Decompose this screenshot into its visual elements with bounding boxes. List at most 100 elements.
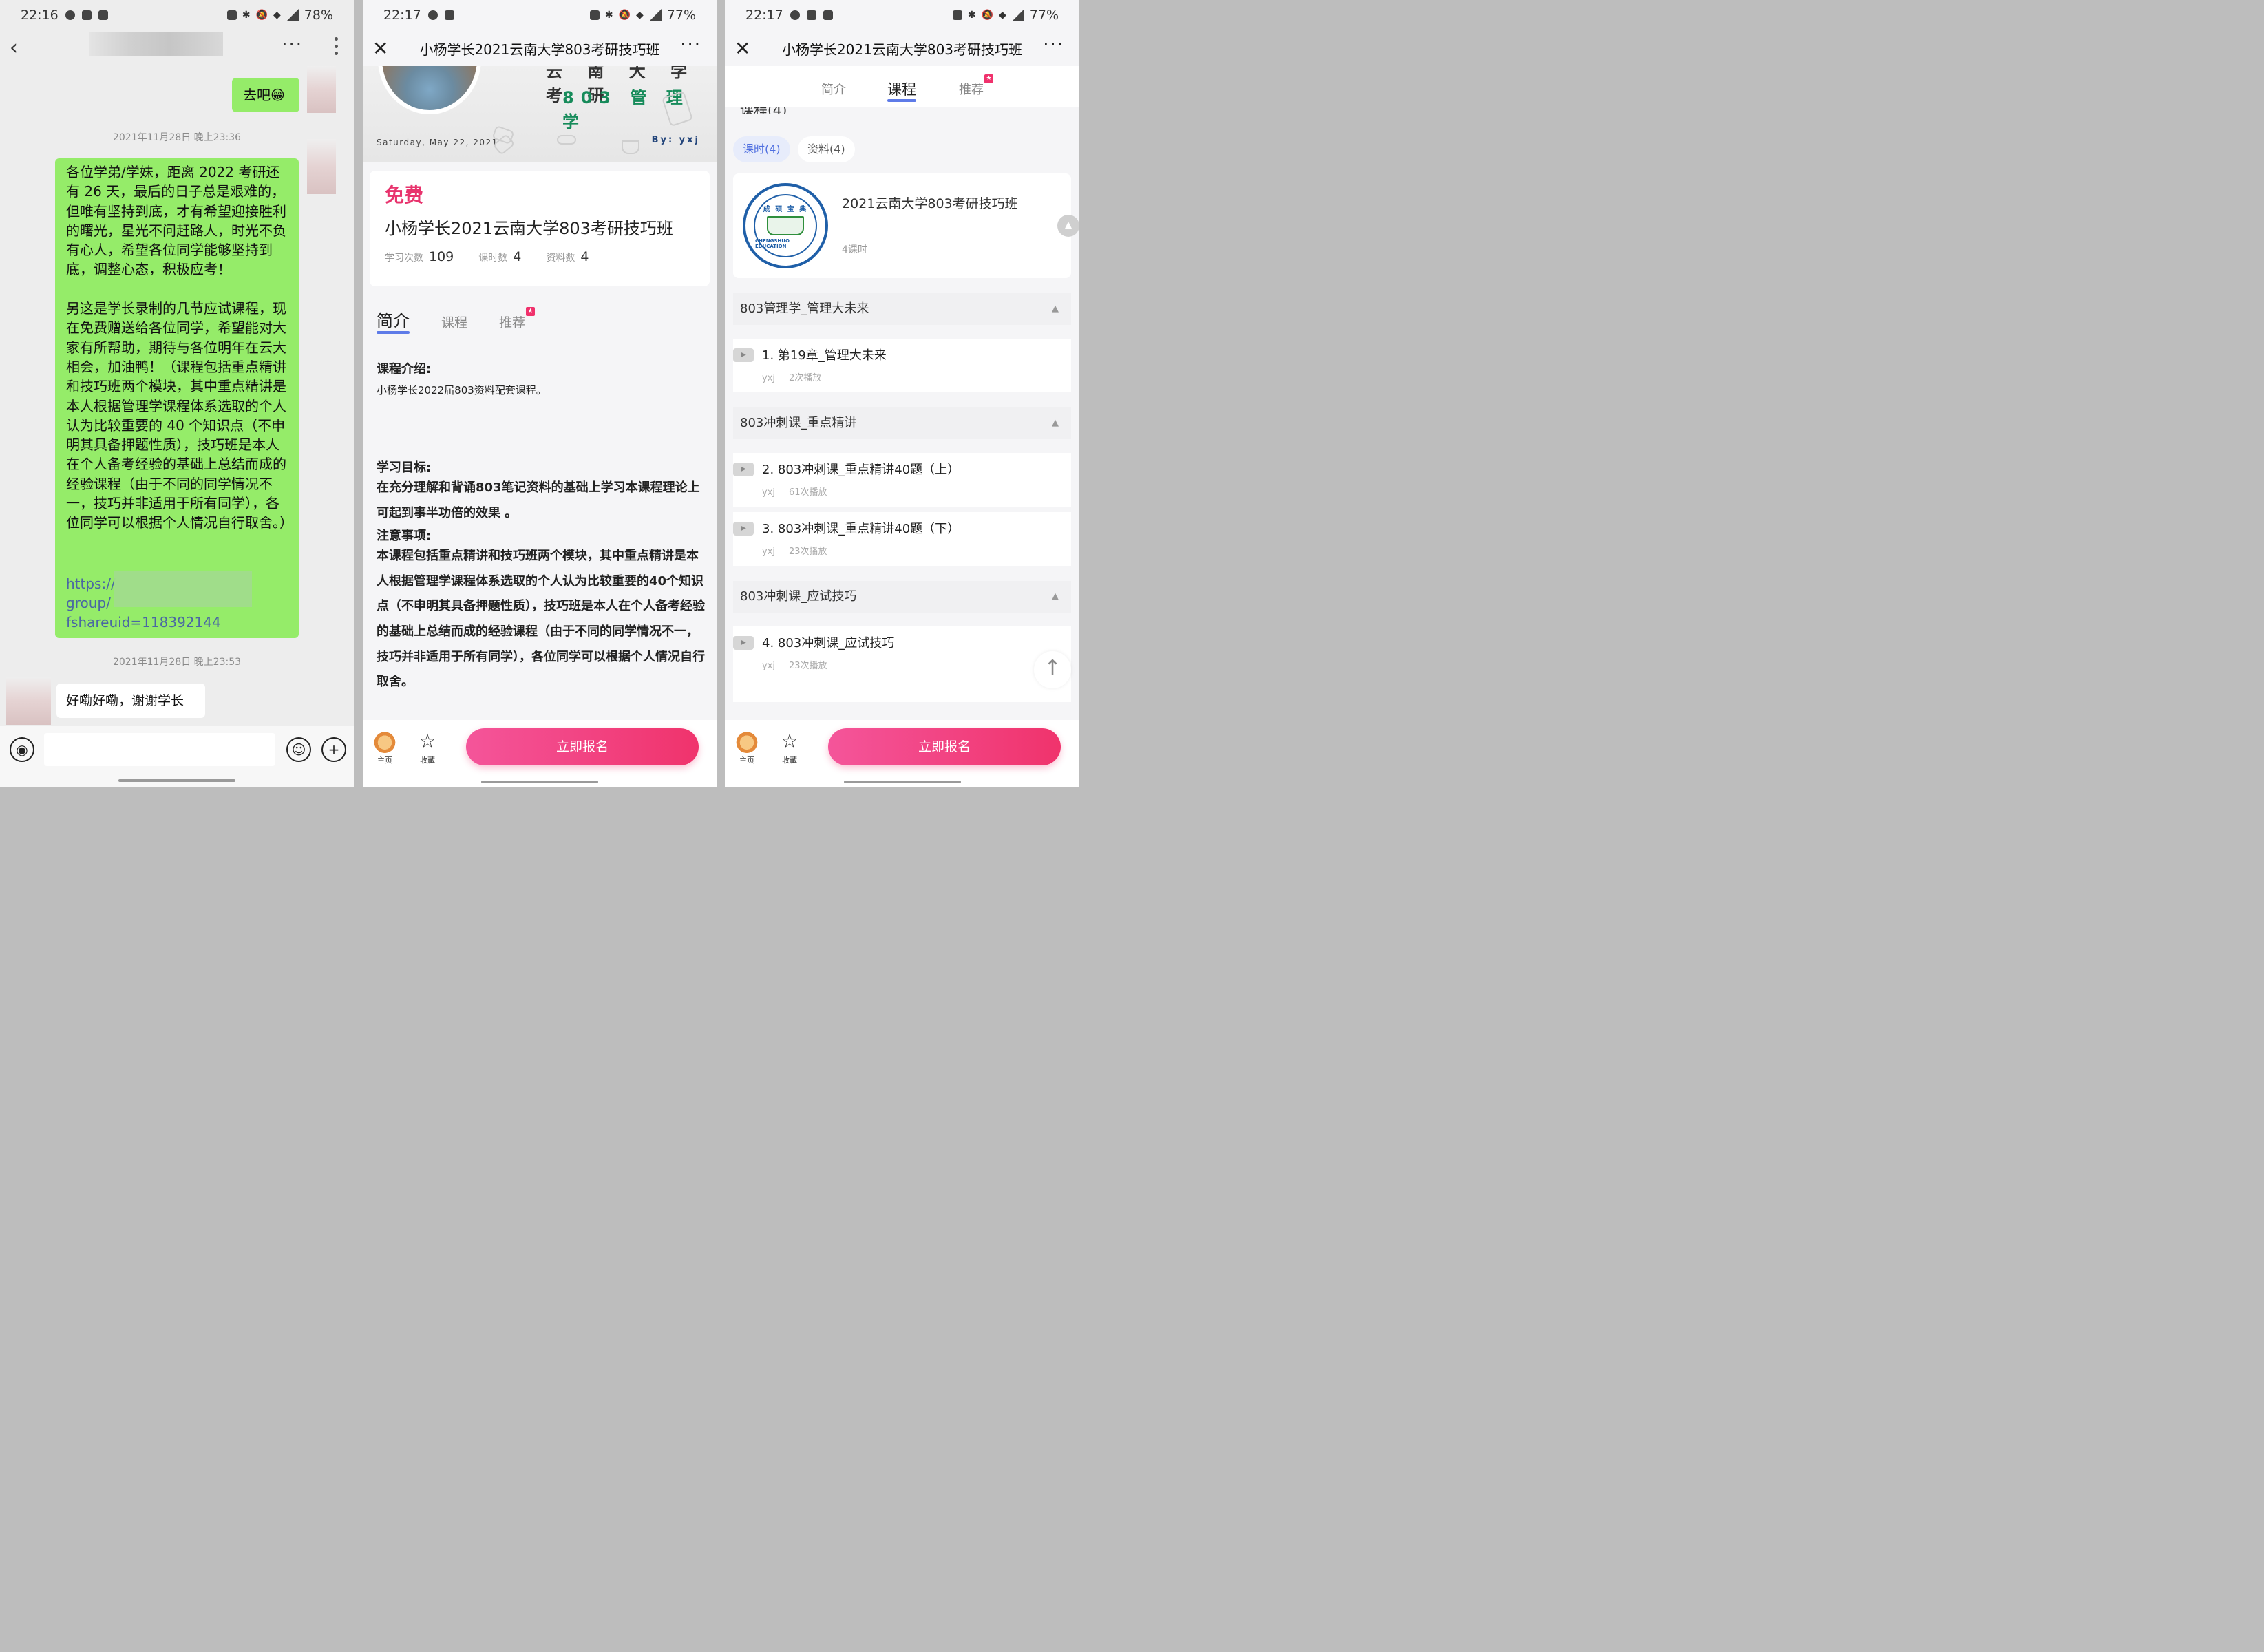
lesson-plays: 2次播放 xyxy=(789,373,822,383)
tab-recommend[interactable]: 推荐 ★ xyxy=(499,307,536,331)
logo-inner: 成 硕 宝 典 CHENGSHUO EDUCATION xyxy=(754,194,817,257)
lesson-item[interactable]: ▶ 3. 803冲刺课_重点精讲40题（下） yxj 23次播放 xyxy=(733,512,1071,566)
lesson-item[interactable]: ▶ 4. 803冲刺课_应试技巧 yxj 23次播放 xyxy=(733,626,1071,702)
avatar[interactable] xyxy=(307,66,336,113)
home-label: 主页 xyxy=(739,756,754,765)
mute-icon: 🔕 xyxy=(981,10,993,21)
mute-icon: 🔕 xyxy=(618,10,631,21)
star-icon: ☆ xyxy=(419,730,436,752)
tab-course[interactable]: 课程 xyxy=(441,313,467,331)
chat-screen: 22:16 ✱ 🔕 ◆ 78% ‹ ··· 去吧😁 2021年11月28日 晚上… xyxy=(0,0,354,787)
enroll-button[interactable]: 立即报名 xyxy=(466,728,699,765)
play-icon[interactable]: ▶ xyxy=(733,522,754,536)
stat-value: 4 xyxy=(580,249,589,264)
lesson-author: yxj xyxy=(762,661,775,671)
star-icon: ☆ xyxy=(781,730,798,752)
app-icon xyxy=(444,10,454,20)
favorite-label: 收藏 xyxy=(420,756,435,765)
overflow-menu-icon[interactable] xyxy=(335,37,339,55)
lesson-author: yxj xyxy=(762,547,775,557)
play-icon[interactable]: ▶ xyxy=(733,463,754,476)
stat-label: 课时数 xyxy=(478,253,508,264)
close-icon[interactable]: ✕ xyxy=(734,37,750,60)
tab-recommend[interactable]: 推荐 ★ xyxy=(959,74,993,98)
lesson-title: 3. 803冲刺课_重点精讲40题（下） xyxy=(762,522,960,536)
tab-label: 推荐 xyxy=(959,83,984,97)
collapse-triangle-icon[interactable]: ▲ xyxy=(1052,407,1059,439)
back-arrow-icon[interactable]: ‹ xyxy=(10,36,28,61)
battery-level: 77% xyxy=(1029,8,1059,23)
scroll-to-top-icon[interactable]: ↑ xyxy=(1034,651,1071,688)
card-subtitle: 4课时 xyxy=(842,244,867,255)
more-dots-icon[interactable]: ··· xyxy=(680,34,701,55)
section-header[interactable]: 803冲刺课_重点精讲 ▲ xyxy=(733,407,1071,439)
section-title: 803冲刺课_重点精讲 xyxy=(740,416,857,430)
home-indicator xyxy=(481,781,598,783)
wifi-icon: ◆ xyxy=(635,10,644,21)
message-bubble-outgoing[interactable]: 各位学弟/学妹，距离 2022 考研还有 26 天，最后的日子总是艰难的，但唯有… xyxy=(55,158,299,638)
favorite-button[interactable]: ☆ 收藏 xyxy=(414,730,441,765)
lesson-item[interactable]: ▶ 2. 803冲刺课_重点精讲40题（上） yxj 61次播放 xyxy=(733,453,1071,507)
lesson-meta: yxj 2次播放 xyxy=(762,370,821,383)
bluetooth-icon: ✱ xyxy=(967,10,976,21)
favorite-button[interactable]: ☆ 收藏 xyxy=(776,730,803,765)
pill-lessons[interactable]: 课时(4) xyxy=(733,136,790,162)
lesson-meta: yxj 61次播放 xyxy=(762,485,827,498)
section-header[interactable]: 803冲刺课_应试技巧 ▲ xyxy=(733,581,1071,613)
message-bubble-incoming[interactable]: 好嘞好嘞，谢谢学长 xyxy=(56,684,205,718)
enroll-button[interactable]: 立即报名 xyxy=(828,728,1061,765)
add-icon[interactable]: + xyxy=(321,737,346,762)
notice-heading: 注意事项: xyxy=(377,529,432,544)
message-text: 各位学弟/学妹，距离 2022 考研还有 26 天，最后的日子总是艰难的，但唯有… xyxy=(66,164,293,531)
message-input[interactable] xyxy=(44,733,275,766)
collapse-triangle-icon[interactable]: ▲ xyxy=(1052,581,1059,613)
notice-text: 本课程包括重点精讲和技巧班两个模块，其中重点精讲是本人根据管理学课程体系选取的个… xyxy=(377,549,705,690)
home-label: 主页 xyxy=(377,756,392,765)
status-bar: 22:17 ✱ 🔕 ◆ 77% xyxy=(363,0,717,30)
more-dots-icon[interactable]: ··· xyxy=(282,34,303,55)
course-intro-screen: 22:17 ✱ 🔕 ◆ 77% 云 南 大 学 考 研 803 管 理 学 Sa… xyxy=(363,0,717,787)
signal-icon xyxy=(1011,9,1024,21)
home-button[interactable]: 主页 xyxy=(733,730,761,765)
message-bubble-outgoing[interactable]: 去吧😁 xyxy=(232,78,299,112)
hot-badge-icon: ★ xyxy=(984,74,993,83)
tab-intro[interactable]: 简介 xyxy=(821,80,846,98)
avatar[interactable] xyxy=(6,677,51,725)
avatar[interactable] xyxy=(307,139,336,194)
collapse-triangle-icon[interactable]: ▲ xyxy=(1052,293,1059,325)
nfc-icon xyxy=(226,10,237,20)
play-icon[interactable]: ▶ xyxy=(733,348,754,362)
app-icon xyxy=(806,10,816,20)
chengshuo-logo: 成 硕 宝 典 CHENGSHUO EDUCATION xyxy=(743,183,828,268)
section-header[interactable]: 803管理学_管理大未来 ▲ xyxy=(733,293,1071,325)
play-icon[interactable]: ▶ xyxy=(733,636,754,650)
home-button[interactable]: 主页 xyxy=(371,730,399,765)
voice-icon[interactable]: ◉ xyxy=(10,737,34,762)
lesson-title: 1. 第19章_管理大未来 xyxy=(762,348,887,363)
status-bar: 22:17 ✱ 🔕 ◆ 77% xyxy=(725,0,1079,30)
emoji-icon[interactable]: ☺ xyxy=(286,737,311,762)
blurred-link-part xyxy=(114,571,252,607)
lesson-item[interactable]: ▶ 1. 第19章_管理大未来 yxj 2次播放 xyxy=(733,339,1071,392)
input-bar: ◉ ☺ + xyxy=(0,726,354,787)
message-icon xyxy=(790,10,800,20)
status-time: 22:16 xyxy=(21,8,59,23)
collapse-up-icon[interactable]: ▲ xyxy=(1057,215,1079,237)
more-dots-icon[interactable]: ··· xyxy=(1043,34,1064,55)
mute-icon: 🔕 xyxy=(255,10,268,21)
image-icon xyxy=(823,10,833,20)
banner-subject: 803 管 理 学 xyxy=(562,88,690,131)
tab-course[interactable]: 课程 xyxy=(887,78,916,102)
wifi-icon: ◆ xyxy=(273,10,281,21)
link-line[interactable]: fshareuid=118392144 xyxy=(66,613,221,632)
lesson-plays: 23次播放 xyxy=(789,661,827,671)
pill-materials[interactable]: 资料(4) xyxy=(798,136,855,162)
close-icon[interactable]: ✕ xyxy=(372,37,388,60)
bottom-action-bar: 主页 ☆ 收藏 立即报名 xyxy=(363,720,717,787)
tab-intro[interactable]: 简介 xyxy=(377,307,410,334)
course-card[interactable]: 成 硕 宝 典 CHENGSHUO EDUCATION 2021云南大学803考… xyxy=(733,173,1079,278)
section-title: 803冲刺课_应试技巧 xyxy=(740,589,857,604)
nfc-icon xyxy=(589,10,600,20)
lesson-meta: yxj 23次播放 xyxy=(762,658,827,671)
wifi-icon: ◆ xyxy=(998,10,1006,21)
